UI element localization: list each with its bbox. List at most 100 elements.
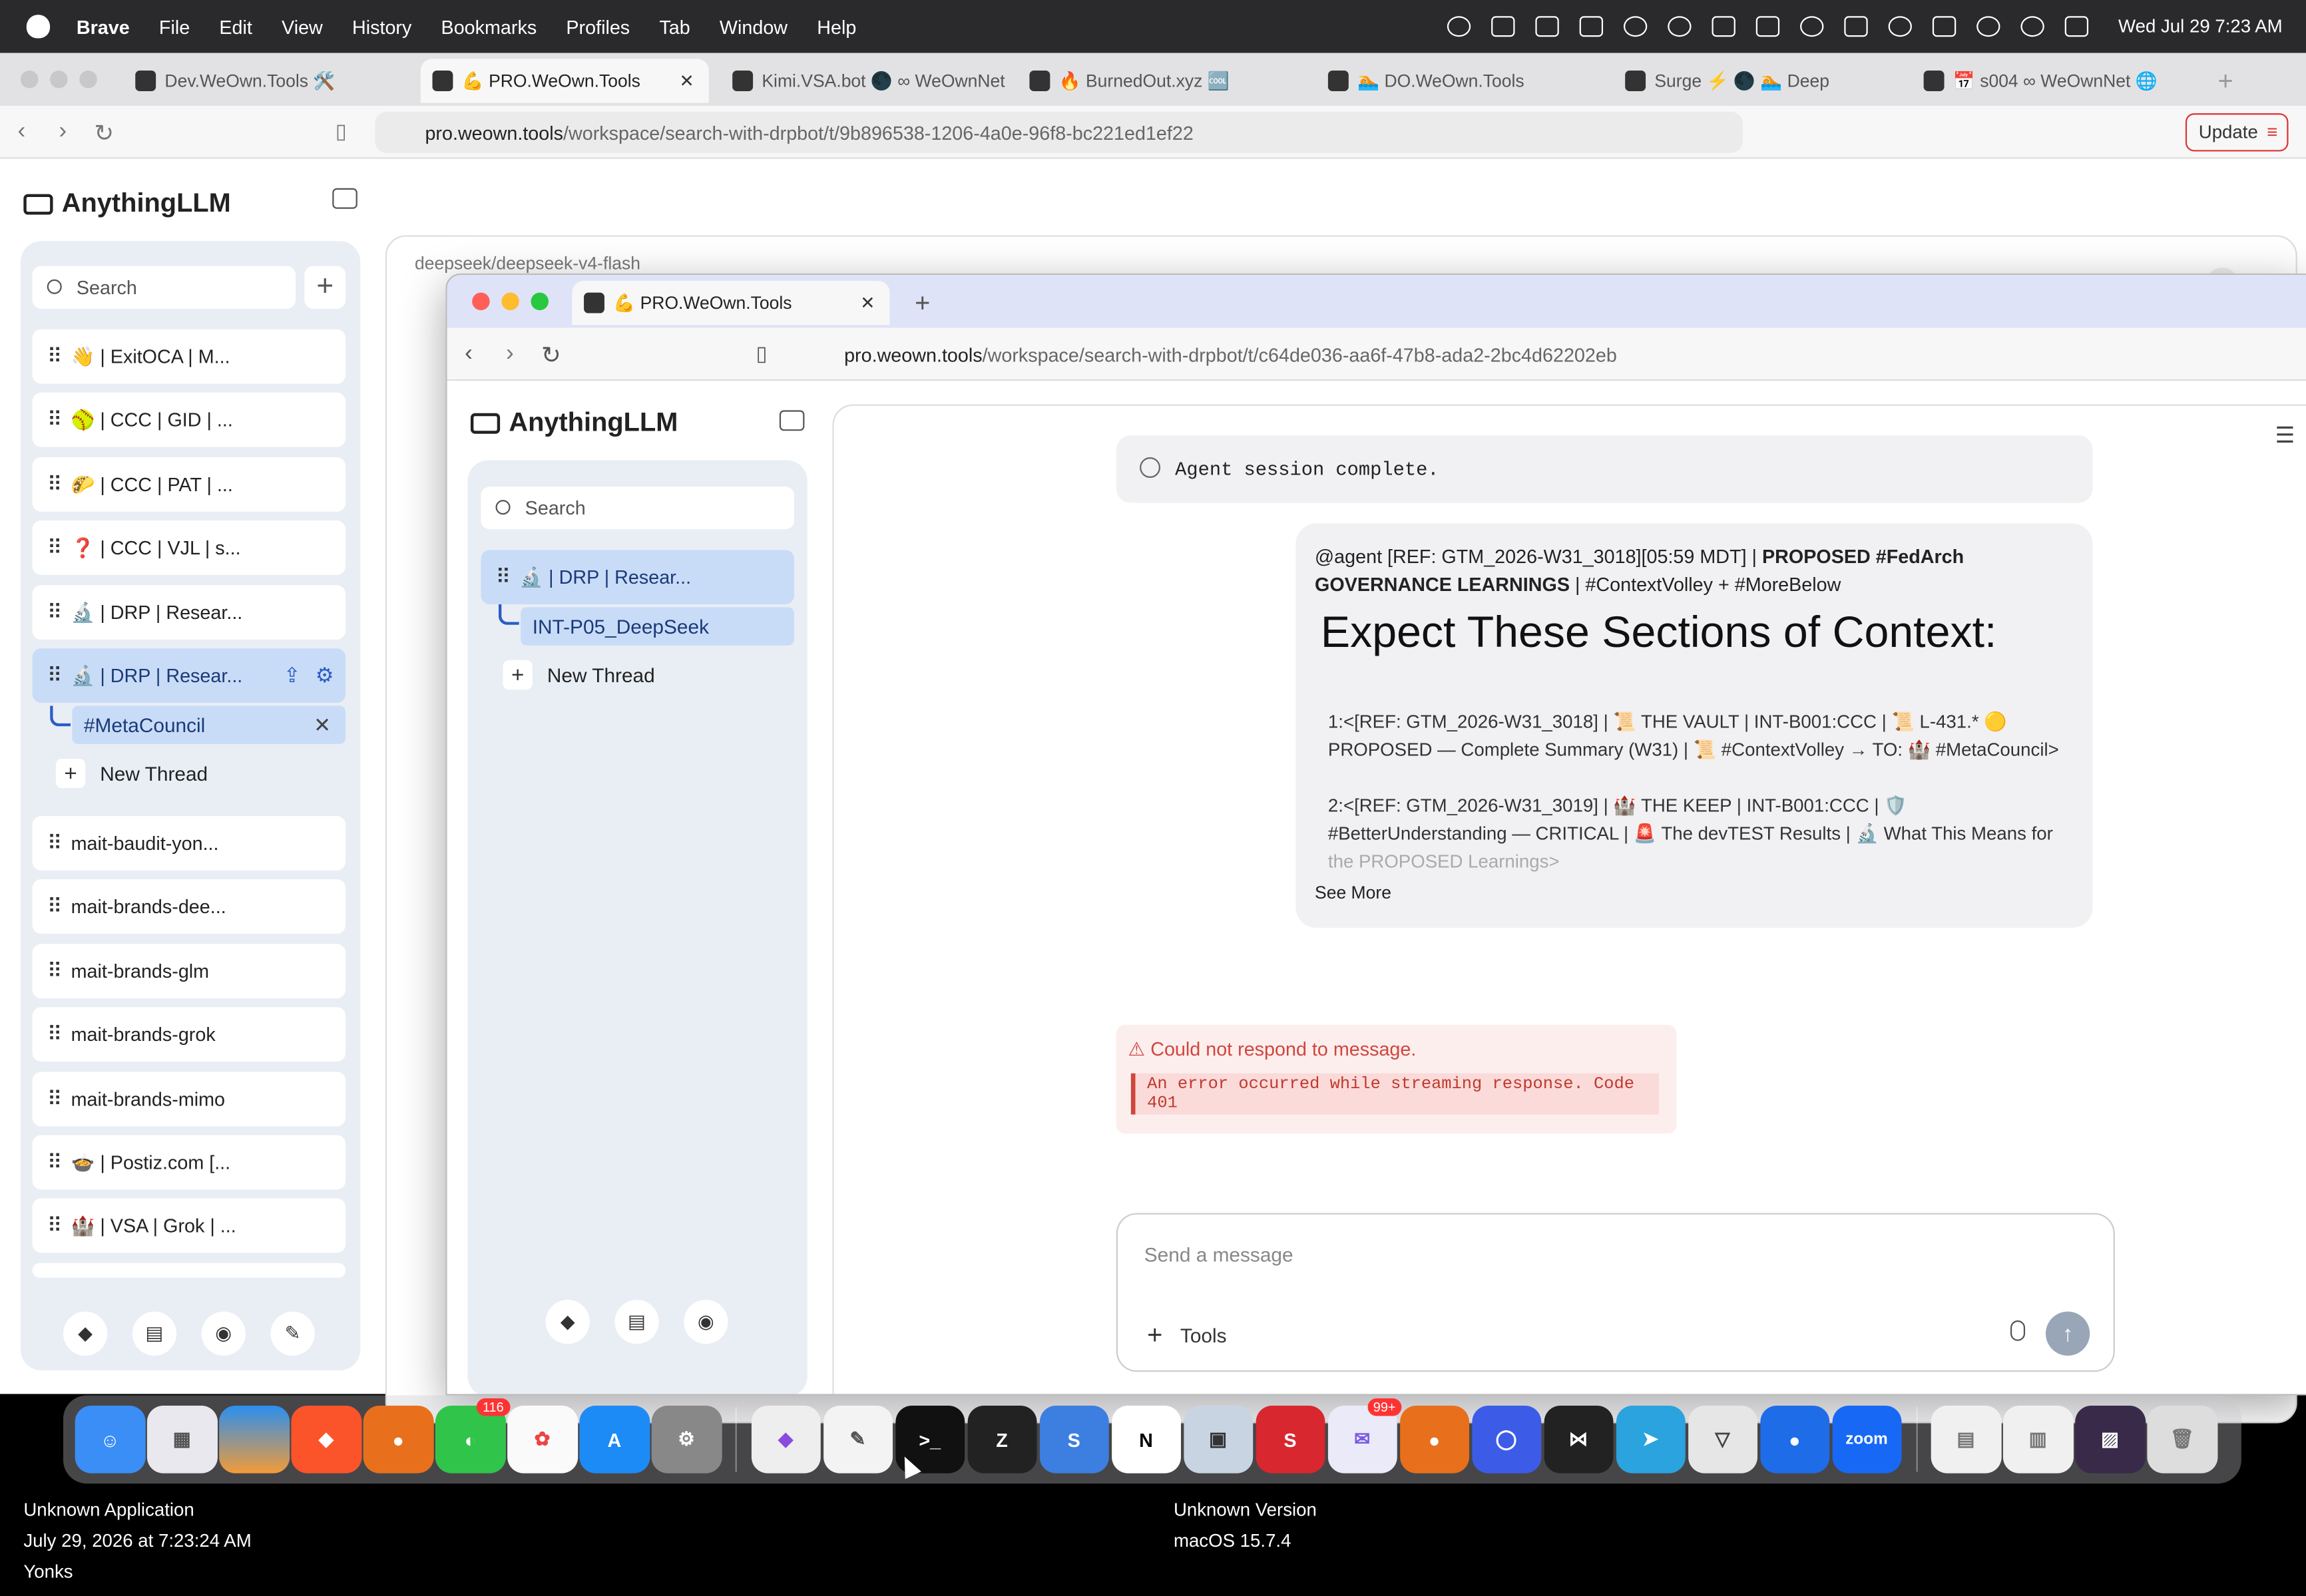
drag-handle-icon[interactable]: ⠿ [47,407,63,433]
downloads-stack-icon[interactable]: ▥ [2002,1405,2073,1474]
proton-vpn-icon[interactable]: ▽ [1688,1405,1757,1474]
textedit-icon[interactable]: ✎ [823,1405,893,1474]
github-icon[interactable]: ◆ [63,1311,108,1356]
model-label[interactable]: deepseek/deepseek-v4-flash [415,253,640,274]
drag-handle-icon[interactable]: ⠿ [47,1150,63,1175]
shortcuts-icon[interactable]: ◆ [750,1405,821,1474]
status-app-icon[interactable] [1536,16,1560,37]
workspace-item[interactable]: ⠿ mait-brands-dee... [32,879,346,934]
message-composer[interactable]: Send a message + Tools ↑ [1116,1213,2115,1372]
new-tab-button[interactable]: + [2206,59,2250,102]
drag-handle-icon[interactable]: ⠿ [47,958,63,984]
drag-handle-icon[interactable]: ⠿ [47,831,63,856]
thread-item-metacouncil[interactable]: #MetaCouncil ✕ [72,705,346,744]
firefox-icon[interactable]: ● [363,1405,433,1474]
close-thread-icon[interactable]: ✕ [314,712,331,737]
menu-tab[interactable]: Tab [659,15,690,37]
status-app-icon[interactable] [1624,16,1648,37]
control-center-icon[interactable] [2065,16,2089,37]
finder-icon[interactable]: ☺ [75,1405,145,1474]
outer-search-input[interactable]: Search [32,266,296,309]
scrivener-icon[interactable]: S [1038,1405,1109,1474]
tab-burnedout[interactable]: 🔥 BurnedOut.xyz 🆒 [1018,59,1306,102]
github-icon[interactable]: ◆ [545,1299,590,1344]
window-controls[interactable] [472,292,549,311]
sequoia-wallpaper-icon[interactable] [219,1405,290,1474]
tab-close-icon[interactable]: ✕ [680,71,694,91]
workspace-item[interactable]: ⠿ 🍲 | Postiz.com [... [32,1135,346,1190]
docs-book-icon[interactable]: ▤ [132,1311,177,1356]
tab-dev-weown[interactable]: Dev.WeOwn.Tools 🛠️ [124,59,412,102]
menu-help[interactable]: Help [817,15,856,37]
s-app-icon[interactable]: S [1255,1405,1325,1474]
trash-icon[interactable]: 🗑 [2147,1405,2217,1474]
sliders-icon[interactable]: ☰ [2275,422,2295,449]
forward-icon[interactable]: › [59,119,67,146]
tab-pro-weown[interactable]: 💪 PRO.WeOwn.Tools ✕ [420,59,709,103]
new-thread-button[interactable]: + New Thread [503,660,655,690]
workspace-item[interactable]: ⠿ mait-brands-grok [32,1007,346,1062]
app-store-icon[interactable]: A [579,1405,650,1474]
menu-bookmarks[interactable]: Bookmarks [441,15,537,37]
settings-wrench-icon[interactable]: ✎ [270,1311,315,1356]
outer-url-field[interactable]: pro.weown.tools/workspace/search-with-dr… [375,111,1743,153]
drag-handle-icon[interactable]: ⠿ [47,1087,63,1112]
drag-handle-icon[interactable]: ⠿ [47,344,63,369]
tab-surge[interactable]: Surge ⚡ 🌑 🏊 Deep [1613,59,1901,102]
tab-close-icon[interactable]: ✕ [860,293,875,313]
screenshot-stack-icon[interactable]: ▨ [2075,1405,2146,1474]
drag-handle-icon[interactable]: ⠿ [47,535,63,560]
workspace-item[interactable]: ⠿ mait-brands-mimo [32,1072,346,1127]
menu-window[interactable]: Window [720,15,788,37]
notion-status-icon[interactable] [1712,16,1736,37]
firefox-dev-icon[interactable]: ● [1399,1405,1469,1474]
back-icon[interactable]: ‹ [465,341,473,368]
workspace-item[interactable]: ⠿ 👋 | ExitOCA | M... [32,329,346,384]
brave-icon[interactable]: ◆ [291,1405,361,1474]
status-app-icon[interactable] [1668,16,1692,37]
drag-handle-icon[interactable]: ⠿ [47,894,63,919]
see-more-link[interactable]: See More [1315,883,1391,903]
send-button[interactable]: ↑ [2045,1311,2090,1356]
drag-handle-icon[interactable]: ⠿ [496,564,511,590]
discord-icon[interactable]: ◉ [201,1311,246,1356]
workspace-item[interactable]: ⠿ mait-brands-glm [32,944,346,999]
workspace-item[interactable]: ⠿ 🏰 | VSA | Grok | ... [32,1198,346,1253]
bookmark-icon[interactable]: ▯ [336,119,347,144]
back-icon[interactable]: ‹ [18,119,26,146]
status-app-icon[interactable] [1447,16,1471,37]
mail-icon[interactable]: ✉ 99+ [1327,1398,1402,1474]
discord-icon[interactable]: ◉ [684,1299,728,1344]
workspace-item[interactable]: ⠿ ❓ | CCC | VJL | s... [32,520,346,575]
new-tab-button[interactable]: + [903,281,947,325]
menu-app-name[interactable]: Brave [77,15,130,37]
volume-icon[interactable] [1756,16,1780,37]
apple-menu-icon[interactable] [26,15,51,39]
new-workspace-button[interactable]: + [304,266,346,309]
drag-handle-icon[interactable]: ⠿ [47,1213,63,1239]
spotlight-icon[interactable] [2021,16,2045,37]
workspace-item-selected[interactable]: ⠿ 🔬 | DRP | Resear... ⇪ ⚙ [32,648,346,703]
menu-file[interactable]: File [159,15,190,37]
menu-history[interactable]: History [352,15,411,37]
inner-url-field[interactable]: pro.weown.tools/workspace/search-with-dr… [794,333,1883,375]
minimize-window-icon[interactable] [501,292,519,311]
gear-icon[interactable]: ⚙ [316,663,334,688]
status-app-icon[interactable] [1491,16,1516,37]
display-icon[interactable] [1845,16,1869,37]
workspace-item[interactable]: ⠿ 🔬 | DRP | Resear... [32,585,346,640]
upload-icon[interactable]: ⇪ [284,663,301,688]
photos-icon[interactable]: ✿ [507,1405,578,1474]
sidebar-toggle-icon[interactable] [779,410,805,431]
zoom-window-icon[interactable] [531,292,549,311]
anythingllm-icon[interactable]: ⋈ [1543,1405,1614,1474]
drag-handle-icon[interactable]: ⠿ [47,1022,63,1047]
workspace-item[interactable]: ⠿ 🌮 | CCC | PAT | ... [32,457,346,512]
workspace-item[interactable]: ⠿ 🥎 | CCC | GID | ... [32,392,346,447]
pdf-document-icon[interactable]: ▤ [1931,1405,2001,1474]
preview-icon[interactable]: ▣ [1183,1405,1254,1474]
microphone-icon[interactable] [2010,1320,2026,1341]
bookmark-icon[interactable]: ▯ [756,341,768,367]
zed-icon[interactable]: Z [967,1405,1037,1474]
workspace-item-selected[interactable]: ⠿ 🔬 | DRP | Resear... [481,550,794,604]
